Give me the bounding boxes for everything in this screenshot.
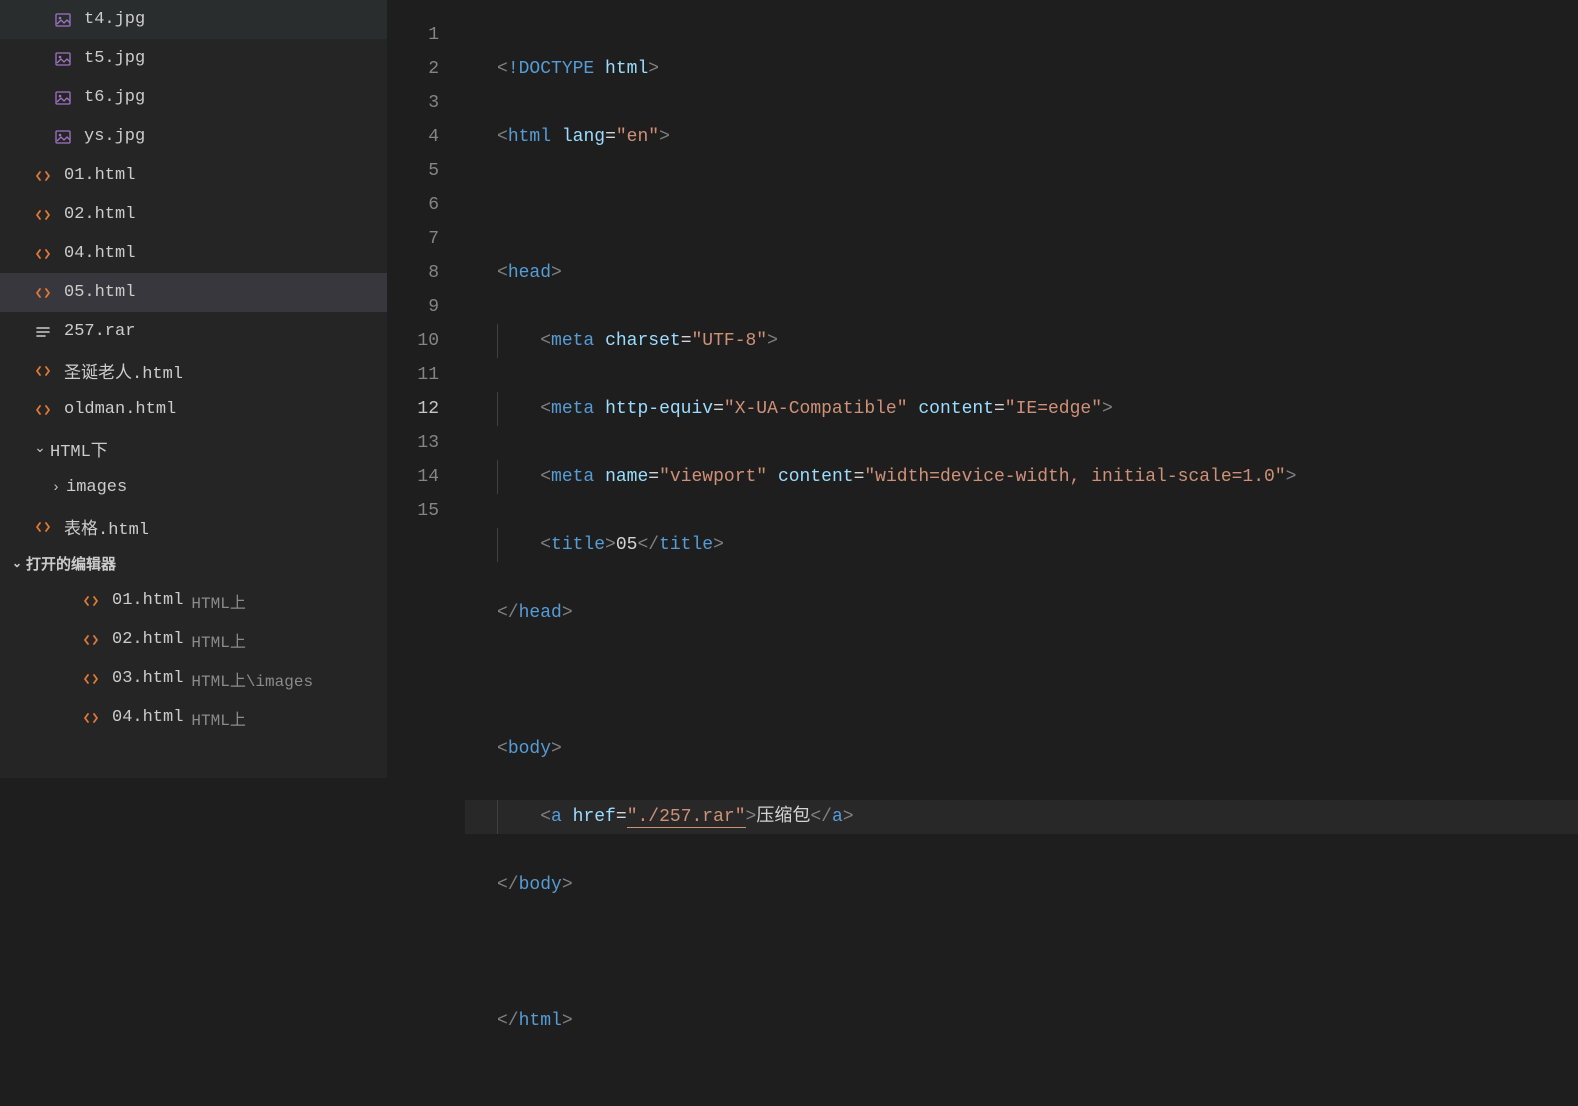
open-editor-item[interactable]: 04.html HTML上 (0, 698, 387, 737)
html-icon (80, 593, 102, 609)
folder-label: HTML下 (50, 436, 108, 462)
html-icon (32, 207, 54, 223)
file-item[interactable]: 圣诞老人.html (0, 351, 387, 390)
code-line (465, 188, 1578, 222)
file-item[interactable]: 01.html (0, 156, 387, 195)
file-label: t5.jpg (84, 49, 145, 68)
line-number: 15 (387, 494, 465, 528)
image-icon (52, 90, 74, 106)
open-editor-item[interactable]: 02.html HTML上 (0, 620, 387, 659)
line-number: 9 (387, 290, 465, 324)
file-item[interactable]: 表格.html (0, 507, 387, 546)
code-line: </html> (465, 1004, 1578, 1038)
line-number: 1 (387, 18, 465, 52)
file-label: 圣诞老人.html (64, 358, 183, 384)
file-label: 01.html (64, 166, 135, 185)
editor-label: 04.html (112, 708, 183, 727)
image-icon (52, 129, 74, 145)
html-icon (80, 632, 102, 648)
file-item[interactable]: 04.html (0, 234, 387, 273)
code-line: <meta charset="UTF-8"> (465, 324, 1578, 358)
editor-path: HTML上\images (191, 667, 313, 691)
file-item[interactable]: t4.jpg (0, 0, 387, 39)
file-label: ys.jpg (84, 127, 145, 146)
editor-label: 03.html (112, 669, 183, 688)
image-icon (52, 12, 74, 28)
line-number: 13 (387, 426, 465, 460)
code-content[interactable]: <!DOCTYPE html> <html lang="en"> <head> … (465, 0, 1578, 778)
chevron-down-icon: ⌄ (30, 440, 50, 457)
code-line: </body> (465, 868, 1578, 902)
lines-icon (32, 324, 54, 340)
line-number: 6 (387, 188, 465, 222)
code-line: <head> (465, 256, 1578, 290)
html-icon (32, 285, 54, 301)
code-line-active: <a href="./257.rar">压缩包</a> (465, 800, 1578, 834)
code-line: <body> (465, 732, 1578, 766)
file-tree: t4.jpg t5.jpg t6.jpg ys.jpg 01.html 02.h… (0, 0, 387, 546)
line-number: 4 (387, 120, 465, 154)
open-editors-list: 01.html HTML上 02.html HTML上 03.html HTML… (0, 581, 387, 737)
file-item[interactable]: 02.html (0, 195, 387, 234)
file-label: 257.rar (64, 322, 135, 341)
folder-item[interactable]: › images (0, 468, 387, 507)
code-line: <meta http-equiv="X-UA-Compatible" conte… (465, 392, 1578, 426)
html-icon (80, 671, 102, 687)
editor-label: 01.html (112, 591, 183, 610)
file-item[interactable]: oldman.html (0, 390, 387, 429)
sidebar: t4.jpg t5.jpg t6.jpg ys.jpg 01.html 02.h… (0, 0, 387, 778)
editor-area[interactable]: 1 2 3 4 5 6 7 8 9 10 11 12 13 14 15 <!DO… (387, 0, 1578, 778)
editor-path: HTML上 (191, 628, 245, 652)
editor-label: 02.html (112, 630, 183, 649)
file-label: 05.html (64, 283, 135, 302)
line-number: 7 (387, 222, 465, 256)
file-item[interactable]: 257.rar (0, 312, 387, 351)
html-icon (80, 710, 102, 726)
folder-label: images (66, 478, 127, 497)
file-item[interactable]: t6.jpg (0, 78, 387, 117)
file-label: t4.jpg (84, 10, 145, 29)
section-label: 打开的编辑器 (26, 553, 116, 574)
html-icon (32, 168, 54, 184)
code-line (465, 936, 1578, 970)
line-gutter: 1 2 3 4 5 6 7 8 9 10 11 12 13 14 15 (387, 0, 465, 778)
html-icon (32, 246, 54, 262)
line-number: 11 (387, 358, 465, 392)
image-icon (52, 51, 74, 67)
line-number: 2 (387, 52, 465, 86)
file-item[interactable]: t5.jpg (0, 39, 387, 78)
line-number: 5 (387, 154, 465, 188)
line-number: 10 (387, 324, 465, 358)
html-icon (32, 402, 54, 418)
chevron-down-icon: ⌄ (8, 556, 26, 571)
line-number: 14 (387, 460, 465, 494)
file-label: oldman.html (64, 400, 176, 419)
open-editor-item[interactable]: 01.html HTML上 (0, 581, 387, 620)
file-label: 04.html (64, 244, 135, 263)
file-item-active[interactable]: 05.html (0, 273, 387, 312)
open-editors-header[interactable]: ⌄ 打开的编辑器 (0, 546, 387, 581)
chevron-right-icon: › (46, 480, 66, 496)
file-label: t6.jpg (84, 88, 145, 107)
file-label: 02.html (64, 205, 135, 224)
folder-item[interactable]: ⌄ HTML下 (0, 429, 387, 468)
editor-path: HTML上 (191, 589, 245, 613)
code-line: <meta name="viewport" content="width=dev… (465, 460, 1578, 494)
code-line (465, 664, 1578, 698)
code-line: <title>05</title> (465, 528, 1578, 562)
file-item[interactable]: ys.jpg (0, 117, 387, 156)
html-icon (32, 363, 54, 379)
line-number: 12 (387, 392, 465, 426)
line-number: 8 (387, 256, 465, 290)
code-line: <!DOCTYPE html> (465, 52, 1578, 86)
line-number: 3 (387, 86, 465, 120)
code-line: </head> (465, 596, 1578, 630)
html-icon (32, 519, 54, 535)
code-line: <html lang="en"> (465, 120, 1578, 154)
editor-path: HTML上 (191, 706, 245, 730)
file-label: 表格.html (64, 514, 149, 540)
open-editor-item[interactable]: 03.html HTML上\images (0, 659, 387, 698)
